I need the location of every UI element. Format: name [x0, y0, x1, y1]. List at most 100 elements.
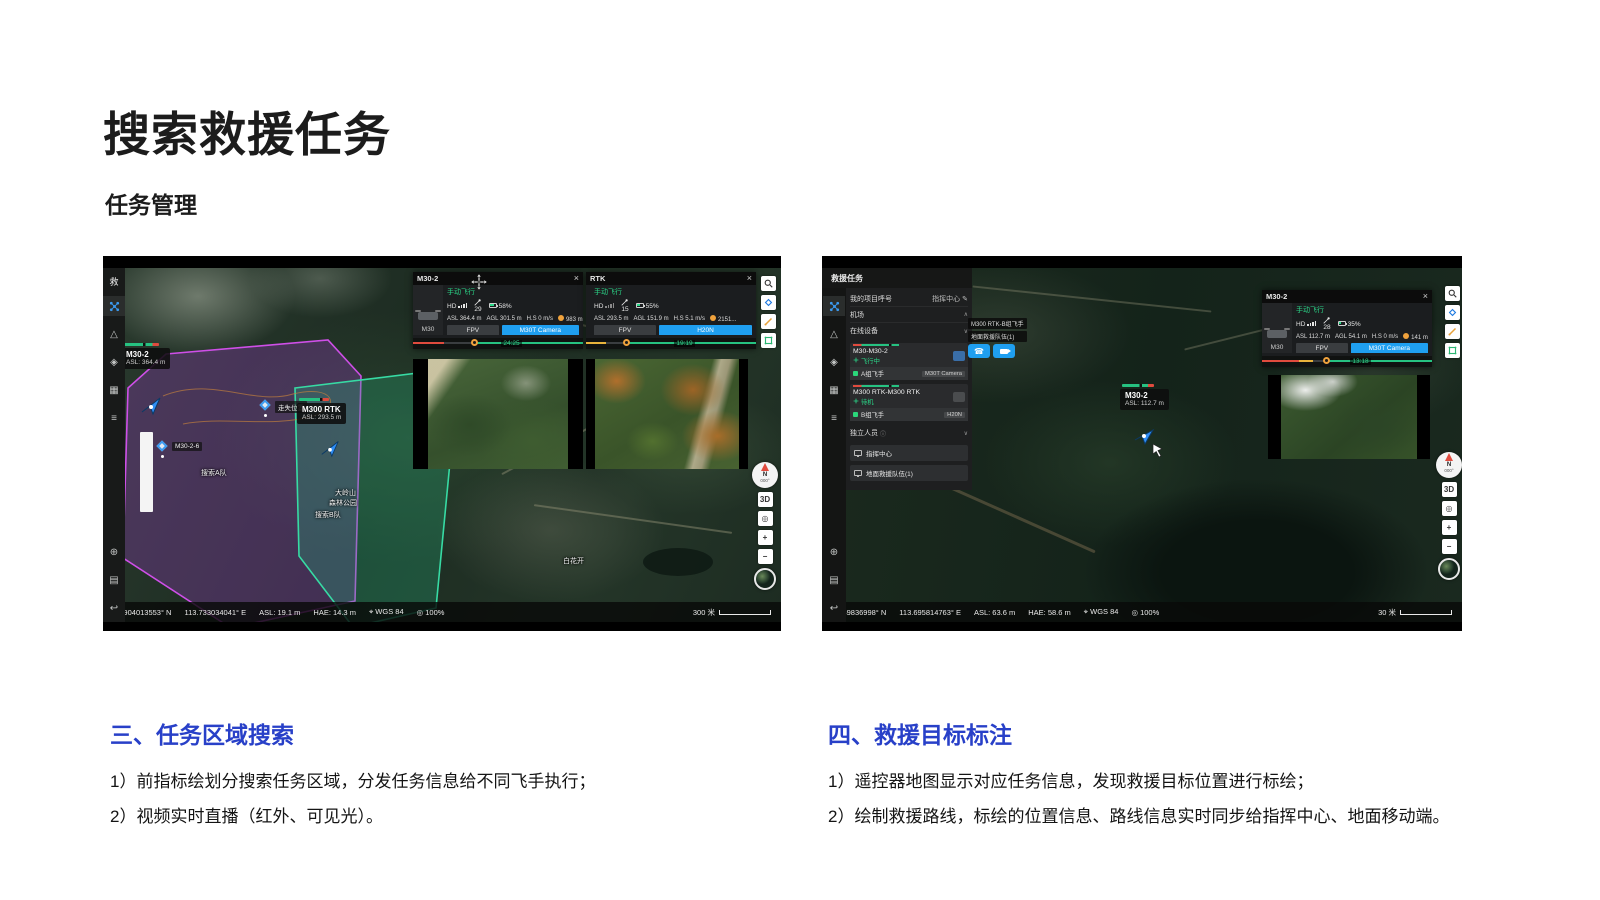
zoom-out-button[interactable]: −	[1442, 539, 1457, 554]
telemetry-panel-m30[interactable]: M30-2 × M30 手动飞行 HD 28 35% ASL 112.7 m	[1262, 290, 1432, 367]
scale-bar	[719, 610, 771, 615]
timeline-handle[interactable]	[623, 339, 630, 346]
polygon-tool-icon[interactable]	[761, 333, 776, 348]
drone-tooltip[interactable]: M300 RTK ASL: 293.5 m	[297, 403, 346, 424]
pilot-row[interactable]: A组飞手 M30T Camera	[850, 367, 968, 380]
device-card-m300[interactable]: M300 RTK-M300 RTK 待机 B组飞手 H20N	[850, 384, 968, 421]
video-call-icon[interactable]	[993, 344, 1015, 358]
fpv-button[interactable]: FPV	[1296, 343, 1348, 353]
screenshot-controller-app: 救援任务 △ ◈ ▦ ≡ ⊕ ▤ ↩ 我的项目呼号 指挥中心✎ 机场 ∧	[822, 256, 1462, 631]
report-icon[interactable]: ▤	[103, 570, 125, 590]
satellite-icon	[621, 299, 628, 306]
drone-tooltip[interactable]: M30-2 ASL: 364.4 m	[121, 348, 170, 369]
pin-tool-icon[interactable]	[761, 295, 776, 310]
search-icon[interactable]	[1445, 286, 1460, 301]
battery-icon	[1338, 321, 1346, 326]
chevron-up-icon[interactable]: ∧	[964, 311, 968, 318]
hd-signal: HD	[447, 303, 467, 310]
telemetry-panel-m30[interactable]: M30-2 × M30 手动飞行 HD 29 58% ASL 364.4 m	[413, 272, 583, 349]
drone-icon[interactable]	[103, 296, 125, 316]
panel-header[interactable]: M30-2 ×	[1262, 290, 1432, 303]
flight-timeline[interactable]: 24:25	[413, 338, 583, 349]
zoom-in-button[interactable]: +	[1442, 520, 1457, 535]
page-title: 搜索救援任务	[103, 96, 391, 165]
close-icon[interactable]: ×	[1423, 292, 1428, 301]
warning-icon[interactable]: △	[103, 324, 125, 344]
layers-icon[interactable]: ◈	[823, 352, 845, 372]
member-command-center[interactable]: 指挥中心	[850, 445, 968, 461]
line-tool-icon[interactable]	[761, 314, 776, 329]
pin-tool-icon[interactable]	[1445, 305, 1460, 320]
member-ground-team[interactable]: 地面救援队伍(1)	[850, 465, 968, 481]
compass[interactable]: N 000°	[752, 462, 778, 488]
panel-header[interactable]: M30-2 ×	[413, 272, 583, 285]
globe-icon[interactable]: ⊕	[823, 542, 845, 562]
satellite-icon	[474, 299, 481, 306]
basemap-switcher[interactable]	[1438, 558, 1460, 580]
drone-silhouette	[418, 312, 438, 320]
panel-header[interactable]: RTK ×	[586, 272, 756, 285]
zoom-out-button[interactable]: −	[758, 549, 773, 564]
edit-icon[interactable]: ✎	[962, 295, 968, 303]
video-feed-container[interactable]	[413, 359, 583, 469]
video-feed-container[interactable]	[586, 359, 748, 469]
map-overlay-box	[140, 432, 153, 512]
compass[interactable]: N 000°	[1436, 452, 1462, 478]
video-feed-container[interactable]	[1268, 375, 1430, 459]
line-tool-icon[interactable]	[1445, 324, 1460, 339]
datum-icon: ⌖	[369, 607, 373, 616]
warning-icon[interactable]: △	[823, 324, 845, 344]
zoom-in-button[interactable]: +	[758, 530, 773, 545]
basemap-switcher[interactable]	[754, 568, 776, 590]
camera-button[interactable]: M30T Camera	[502, 325, 579, 335]
fpv-button[interactable]: FPV	[447, 325, 499, 335]
view-3d-button[interactable]: 3D	[1442, 482, 1457, 497]
timeline-handle[interactable]	[1323, 357, 1330, 364]
independent-row[interactable]: 独立人员 ⓘ ∨	[850, 425, 968, 441]
view-3d-button[interactable]: 3D	[758, 492, 773, 507]
drone-marker[interactable]	[139, 392, 163, 416]
fpv-button[interactable]: FPV	[594, 325, 656, 335]
globe-icon[interactable]: ⊕	[103, 542, 125, 562]
layers-icon[interactable]: ◈	[103, 352, 125, 372]
close-icon[interactable]: ×	[574, 274, 579, 283]
section-heading: 三、任务区域搜索	[110, 716, 800, 750]
locate-button[interactable]: ◎	[1442, 501, 1457, 516]
callsign-row[interactable]: 我的项目呼号 指挥中心✎	[850, 291, 968, 307]
timeline-handle[interactable]	[471, 339, 478, 346]
callsign-value: 指挥中心	[932, 294, 960, 304]
exit-icon[interactable]: ↩	[823, 598, 845, 618]
report-icon[interactable]: ▤	[823, 570, 845, 590]
list-icon[interactable]: ≡	[103, 408, 125, 428]
list-icon[interactable]: ≡	[823, 408, 845, 428]
close-icon[interactable]: ×	[747, 274, 752, 283]
polygon-tool-icon[interactable]	[1445, 343, 1460, 358]
longitude: 113.733034041° E	[184, 608, 246, 617]
drone-tooltip[interactable]: M30-2 ASL: 112.7 m	[1120, 389, 1169, 410]
drone-icon[interactable]	[823, 296, 845, 316]
pilot-row[interactable]: B组飞手 H20N	[850, 408, 968, 421]
online-devices-label: 在线设备	[850, 326, 878, 336]
independent-label: 独立人员	[850, 428, 878, 438]
media-icon[interactable]: ▦	[823, 380, 845, 400]
panel-title: M30-2	[417, 274, 438, 283]
signal-bars-icon	[458, 303, 467, 308]
drone-marker[interactable]	[1132, 422, 1156, 446]
asl-value: ASL 112.7 m	[1296, 334, 1330, 340]
locate-button[interactable]: ◎	[758, 511, 773, 526]
exit-icon[interactable]: ↩	[103, 598, 125, 618]
flight-timeline[interactable]: 19:19	[586, 338, 756, 349]
camera-button[interactable]: M30T Camera	[1351, 343, 1428, 353]
online-devices-row[interactable]: 在线设备 ∨	[850, 323, 968, 339]
camera-button[interactable]: H20N	[659, 325, 752, 335]
chevron-down-icon[interactable]: ∨	[964, 430, 968, 437]
media-icon[interactable]: ▦	[103, 380, 125, 400]
drone-marker[interactable]	[319, 436, 341, 458]
airport-row[interactable]: 机场 ∧	[850, 307, 968, 323]
search-icon[interactable]	[761, 276, 776, 291]
telemetry-panel-m300[interactable]: RTK × 手动飞行 HD 15 55% ASL 293.5 m AGL 151…	[586, 272, 756, 349]
device-card-m30[interactable]: M30-M30-2 飞行中 A组飞手 M30T Camera	[850, 343, 968, 380]
datum-icon: ⌖	[1084, 607, 1088, 616]
flight-timeline[interactable]: 13:18	[1262, 356, 1432, 367]
voice-call-icon[interactable]: ☎	[968, 344, 990, 358]
